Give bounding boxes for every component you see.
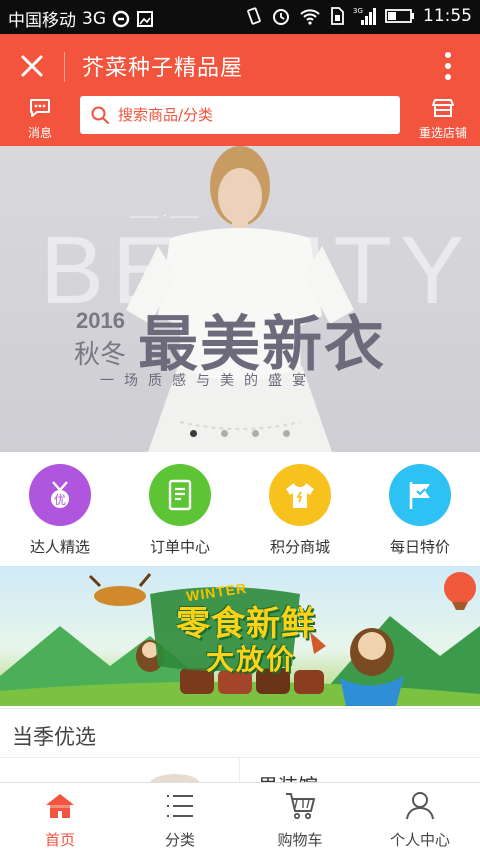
quick-menu-points-mall[interactable]: 积分商城 (250, 464, 350, 557)
banner-season: 秋冬 (74, 340, 127, 370)
app-header: 芥菜种子精品屋 消息 重选店铺 (0, 34, 480, 146)
medal-icon: 优 (29, 464, 91, 526)
carousel-indicator (0, 430, 480, 437)
wifi-icon (299, 7, 321, 25)
nav-category[interactable]: 分类 (120, 791, 240, 850)
order-icon (149, 464, 211, 526)
quick-menu-label: 积分商城 (269, 538, 330, 556)
product-divider (239, 758, 240, 782)
nav-label: 首页 (44, 831, 75, 849)
close-icon (21, 55, 43, 77)
header-divider (64, 52, 65, 82)
quick-menu-orders[interactable]: 订单中心 (130, 464, 230, 557)
carrier-label: 中国移动 (8, 11, 76, 31)
bottom-nav: 首页 分类 购物车 个人中心 (0, 782, 480, 853)
message-button[interactable]: 消息 (14, 96, 66, 140)
carousel-dot[interactable] (283, 430, 290, 437)
nav-home[interactable]: 首页 (0, 791, 120, 850)
quick-menu-expert-picks[interactable]: 优 达人精选 (10, 464, 110, 557)
quick-menu: 优 达人精选 订单中心 积分商城 每日特价 (0, 452, 480, 560)
quick-menu-label: 达人精选 (29, 538, 90, 556)
search-icon (91, 106, 109, 124)
section-title: 当季优选 (12, 725, 96, 749)
section-header: 当季优选 (0, 708, 480, 758)
image-icon (136, 10, 154, 28)
banner-subtitle: 一场质感与美的盛宴 (100, 373, 316, 389)
quick-menu-label: 每日特价 (389, 538, 450, 556)
nav-cart[interactable]: 购物车 (240, 791, 360, 850)
banner-year: 2016 (76, 308, 125, 333)
chat-bubble-icon (30, 99, 50, 117)
reselect-store-button[interactable]: 重选店铺 (412, 96, 474, 140)
browser-icon (112, 10, 130, 28)
carousel-dot[interactable] (252, 430, 259, 437)
quick-menu-daily-deals[interactable]: 每日特价 (370, 464, 470, 557)
banner-script: —— · —— (130, 208, 199, 225)
search-input[interactable] (118, 106, 388, 124)
vibrate-icon (245, 6, 263, 26)
carousel-dot[interactable] (190, 430, 197, 437)
carousel-dot[interactable] (221, 430, 228, 437)
sim-icon (329, 6, 345, 26)
user-icon (360, 791, 480, 821)
quick-menu-label: 订单中心 (149, 538, 210, 556)
status-bar: 中国移动 3G 3G 11:55 (0, 0, 480, 34)
category-icon (120, 791, 240, 821)
hero-banner[interactable]: BEAUTY —— · —— 2016 秋冬 最美新衣 一场质感与美的盛宴 (0, 146, 480, 452)
store-title: 芥菜种子精品屋 (82, 56, 244, 81)
promo-banner[interactable]: WINTER 零食新鲜 大放价 (0, 566, 480, 706)
message-label: 消息 (27, 126, 52, 140)
close-button[interactable] (14, 48, 50, 84)
more-vertical-icon (445, 52, 451, 80)
signal-icon: 3G (353, 6, 377, 26)
signal-type-label: 3G (353, 7, 363, 15)
clock-label: 11:55 (423, 6, 472, 26)
product-category-title[interactable]: 男装馆 (258, 770, 318, 782)
product-grid: 男装馆 (0, 758, 480, 782)
store-icon (432, 99, 454, 117)
cart-icon (240, 791, 360, 821)
search-box[interactable] (80, 96, 400, 134)
promo-subtitle: 大放价 (206, 643, 297, 676)
tshirt-icon (269, 464, 331, 526)
battery-icon (385, 8, 415, 24)
network-label: 3G (82, 8, 106, 29)
nav-label: 分类 (164, 831, 195, 849)
home-icon (0, 791, 120, 821)
nav-profile[interactable]: 个人中心 (360, 791, 480, 850)
more-button[interactable] (434, 48, 462, 84)
medal-icon-glyph: 优 (54, 493, 66, 507)
nav-label: 购物车 (277, 831, 323, 849)
flag-icon (389, 464, 451, 526)
nav-label: 个人中心 (389, 831, 450, 849)
alarm-icon (271, 6, 291, 26)
reselect-label: 重选店铺 (418, 126, 467, 140)
product-image[interactable] (150, 774, 200, 782)
